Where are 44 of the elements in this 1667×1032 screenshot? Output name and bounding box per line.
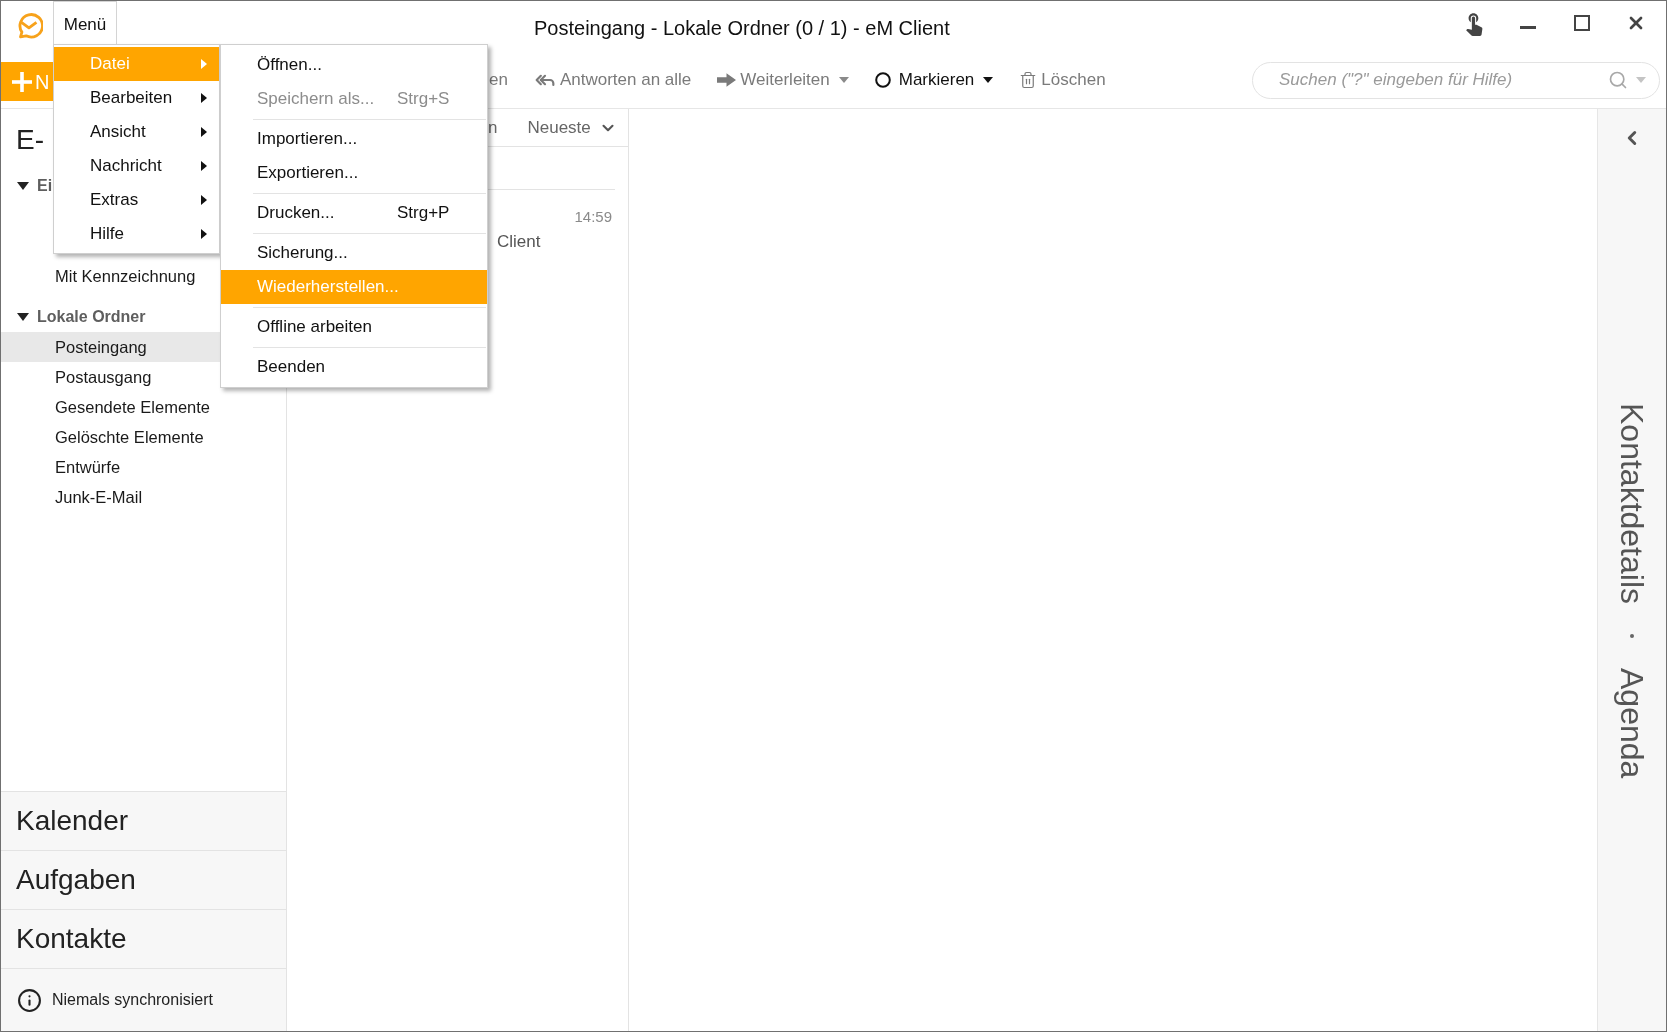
menu-item[interactable]: Bearbeiten bbox=[54, 81, 219, 115]
folder-item[interactable]: Gesendete Elemente bbox=[1, 392, 286, 422]
window-title: Posteingang - Lokale Ordner (0 / 1) - eM Client bbox=[534, 16, 950, 41]
arrow-right-icon bbox=[717, 73, 737, 87]
message-time: 14:59 bbox=[574, 207, 612, 227]
sort-dropdown[interactable]: Neueste bbox=[527, 114, 617, 141]
dot-icon bbox=[1630, 634, 1634, 638]
search-field[interactable]: Suchen ("?" eingeben für Hilfe) bbox=[1252, 61, 1660, 99]
folder-item[interactable]: Junk-E-Mail bbox=[1, 482, 286, 512]
caret-down-icon[interactable] bbox=[17, 180, 29, 192]
minimize-icon bbox=[1520, 25, 1536, 29]
menu-item[interactable]: Ansicht bbox=[54, 115, 219, 149]
folder-item[interactable]: Entwürfe bbox=[1, 452, 286, 482]
menu-item[interactable]: Sicherung... bbox=[221, 236, 487, 270]
menu-item[interactable]: Importieren... bbox=[221, 122, 487, 156]
menu-item[interactable]: Öffnen... bbox=[221, 48, 487, 82]
menu-item[interactable]: Exportieren... bbox=[221, 156, 487, 190]
menu-button[interactable]: Menü bbox=[53, 1, 117, 47]
menu-item[interactable]: Nachricht bbox=[54, 149, 219, 183]
module-nav-item[interactable]: Aufgaben bbox=[1, 850, 286, 909]
message-preview: Client bbox=[497, 231, 541, 253]
sync-status-text: Niemals synchronisiert bbox=[52, 990, 213, 1010]
circle-icon bbox=[874, 72, 891, 88]
folder-group-label[interactable]: Ei bbox=[37, 174, 53, 198]
menu-item[interactable]: Hilfe bbox=[54, 217, 219, 251]
column-header[interactable]: n bbox=[488, 114, 498, 141]
folder-group-label[interactable]: Lokale Ordner bbox=[37, 305, 146, 329]
caret-down-icon[interactable] bbox=[17, 311, 29, 323]
caret-down-icon bbox=[1636, 76, 1646, 83]
folder-item[interactable]: Gelöschte Elemente bbox=[1, 422, 286, 452]
module-nav-item[interactable]: Kontakte bbox=[1, 909, 286, 968]
menu-item[interactable]: Drucken... Strg+P bbox=[221, 196, 487, 230]
menu-item[interactable]: Extras bbox=[54, 183, 219, 217]
plus-icon bbox=[12, 71, 32, 92]
maximize-icon bbox=[1574, 15, 1590, 31]
side-panel-tab[interactable]: Agenda bbox=[1613, 668, 1651, 779]
info-icon bbox=[17, 987, 42, 1013]
section-heading: E- bbox=[16, 123, 44, 157]
shortcut-label: Strg+S bbox=[397, 88, 450, 111]
trash-icon bbox=[1019, 70, 1038, 90]
side-panel-tab[interactable]: Kontaktdetails bbox=[1613, 403, 1651, 604]
toolbar-button[interactable]: Markieren bbox=[874, 67, 994, 93]
module-nav-item[interactable]: Kalender bbox=[1, 791, 286, 850]
shortcut-label: Strg+P bbox=[397, 202, 450, 225]
